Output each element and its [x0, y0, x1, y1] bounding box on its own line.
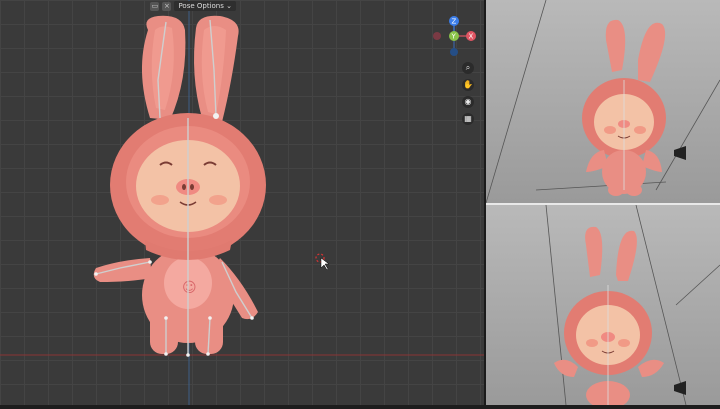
close-icon[interactable]: × [162, 1, 172, 11]
viewport-header: ▭ × Pose Options ⌄ [150, 0, 236, 12]
right-ear[interactable] [194, 15, 239, 122]
chevron-down-icon: ⌄ [226, 2, 232, 10]
camera-icon[interactable] [674, 381, 686, 395]
svg-text:☺: ☺ [182, 280, 197, 296]
display-toggle-icon[interactable]: ▭ [150, 1, 160, 11]
main-3d-viewport[interactable]: ☺ ▭ × Pose Options ⌄ Z X Y ⌕ ✋ ◉ ▦ [0, 0, 484, 405]
gizmo-x-label: X [469, 33, 474, 41]
gizmo-neg-x-axis[interactable] [433, 32, 441, 40]
main-scene: ☺ [0, 0, 484, 405]
gizmo-y-label: Y [451, 33, 457, 41]
grid-icon[interactable]: ▦ [462, 113, 474, 125]
preview-scene-bottom [545, 205, 720, 405]
hand-pan-icon[interactable]: ✋ [462, 79, 474, 91]
pose-options-menu[interactable]: Pose Options ⌄ [174, 1, 236, 11]
blender-window: ☺ ▭ × Pose Options ⌄ Z X Y ⌕ ✋ ◉ ▦ [0, 0, 720, 405]
preview-scene-top [486, 0, 720, 203]
navigation-tools: ⌕ ✋ ◉ ▦ [462, 62, 474, 125]
camera-preview-top[interactable] [486, 0, 720, 205]
character-preview[interactable] [582, 19, 666, 196]
camera-icon[interactable] [674, 146, 686, 160]
character-preview[interactable] [554, 226, 664, 405]
camera-icon[interactable]: ◉ [462, 96, 474, 108]
pose-options-label: Pose Options [178, 2, 224, 10]
left-arm[interactable] [93, 258, 152, 282]
navigation-gizmo[interactable]: Z X Y [432, 14, 476, 58]
left-ear[interactable] [141, 15, 186, 120]
camera-preview-bottom[interactable] [486, 205, 720, 405]
mouse-pointer-icon [320, 257, 330, 271]
zoom-icon[interactable]: ⌕ [462, 62, 474, 74]
gizmo-neg-z-axis[interactable] [450, 48, 458, 56]
gizmo-z-label: Z [452, 18, 457, 26]
